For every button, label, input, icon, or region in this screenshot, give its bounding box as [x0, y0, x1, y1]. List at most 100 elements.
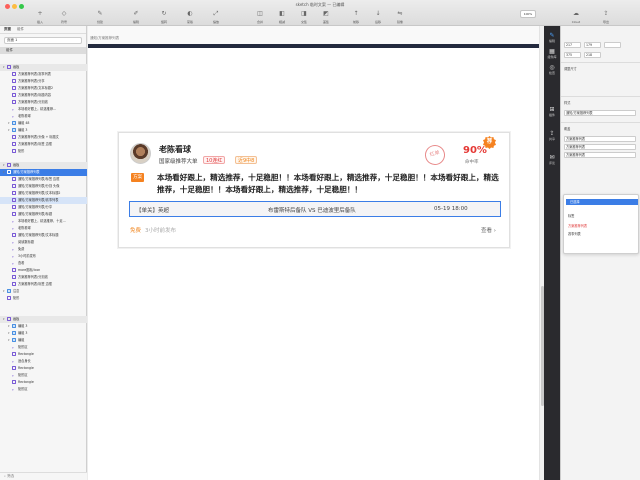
layer-row[interactable]: T 适合身长 — [0, 358, 87, 365]
scale-icon[interactable]: ⤢ — [212, 10, 220, 18]
side-tool-plugins[interactable]: ⊞ 插件 — [545, 106, 559, 117]
layer-row[interactable]: Rectangle — [0, 379, 87, 386]
cloud-icon[interactable]: ☁ — [572, 10, 580, 18]
zoom-level[interactable]: 100% — [520, 10, 536, 18]
layer-row[interactable]: ▾ 编组 3 — [0, 127, 87, 134]
edit-icon[interactable]: ✐ — [132, 10, 140, 18]
mirror-icon[interactable]: ⇋ — [396, 10, 404, 18]
rotation-field[interactable] — [604, 42, 621, 48]
page-select[interactable]: 页面 1 — [4, 37, 82, 44]
layer-row[interactable]: more图标/icon — [0, 267, 87, 274]
plan-content[interactable]: 本场看好跟上，精选推荐，十足稳胆！！本场看好跟上，精选推荐，十足稳胆！！本场看好… — [157, 172, 503, 196]
layer-row[interactable]: 通知/方案推荐列表/文本标题2 — [0, 190, 87, 197]
forward-icon[interactable]: ↑ — [352, 10, 360, 18]
mask-icon[interactable]: ◐ — [186, 10, 194, 18]
hit-rate-label[interactable]: 命中率 — [465, 159, 479, 165]
recent-record-tag[interactable]: 近9中8 — [235, 156, 258, 164]
side-tool-library[interactable]: ▦ 组件库 — [545, 48, 559, 59]
match-row[interactable]: 【单关】英超 布雷斯特后备队 VS 巴迪波里后备队 05-19 18:00 — [129, 201, 501, 217]
layer-row[interactable]: T 老陈看球 — [0, 113, 87, 120]
layer-row[interactable]: ▾ 编组 3 — [0, 330, 87, 337]
plus-icon[interactable]: + — [36, 10, 44, 18]
layer-row[interactable]: T 3小时前发布 — [0, 253, 87, 260]
layer-row[interactable]: T 老陈看球 — [0, 225, 87, 232]
hit-rate-value[interactable]: 90% — [463, 145, 487, 156]
layer-row[interactable]: 方案推荐列表/赛事列表 — [0, 71, 87, 78]
difference-icon[interactable]: ◩ — [322, 10, 330, 18]
layer-row[interactable]: ▾ 画板 — [0, 162, 87, 169]
rotate-icon[interactable]: ↻ — [160, 10, 168, 18]
streak-tag[interactable]: 10连红 — [203, 156, 226, 164]
side-tool-edit[interactable]: ✎ 编辑 — [545, 32, 559, 43]
plan-tag[interactable]: 方案 — [131, 173, 144, 182]
intersect-icon[interactable]: ◨ — [300, 10, 308, 18]
layer-row[interactable]: 通知/方案推荐列表/分享 — [0, 204, 87, 211]
override-select-3[interactable]: 方案推荐列表 — [564, 152, 636, 158]
layer-row[interactable]: 方案推荐列表/标签 边框 — [0, 281, 87, 288]
layer-row[interactable]: 方案推荐列表/文本标题2 — [0, 85, 87, 92]
override-select-1[interactable]: 方案推荐列表 — [564, 136, 636, 142]
canvas[interactable]: 通知/方案推荐列表 老陈看球 国家级推荐大单 10连红 近9中8 红单 90% … — [88, 26, 544, 480]
popup-item-match[interactable]: 赛事列表 — [568, 231, 581, 236]
layer-row[interactable]: T 矩形区 — [0, 386, 87, 393]
layer-row[interactable]: T 本场看好跟上，精选推荐... — [0, 106, 87, 113]
layer-row[interactable]: T 免费 — [0, 246, 87, 253]
artboard[interactable] — [88, 44, 544, 480]
layer-row[interactable]: 方案推荐列表/标签 边框 — [0, 141, 87, 148]
popup-item-tag[interactable]: 标签 — [568, 213, 574, 218]
layer-row[interactable]: ▾ 通知/方案推荐列表 — [0, 169, 87, 176]
layer-row[interactable]: ▾ 编组 3 — [0, 323, 87, 330]
layer-row[interactable]: 通知/方案推荐列表/标签 边框 — [0, 176, 87, 183]
author-intro[interactable]: 国家级推荐大单 — [159, 157, 198, 165]
symbol-icon[interactable]: ◇ — [60, 10, 68, 18]
layer-row[interactable]: 通知/方案推荐列表/分割 头像 — [0, 183, 87, 190]
layer-row[interactable]: ▾ 注意 — [0, 288, 87, 295]
layer-row[interactable]: Rectangle — [0, 351, 87, 358]
side-tool-inspect[interactable]: ◎ 检查 — [545, 64, 559, 75]
layer-row[interactable]: 方案推荐列表/分享 — [0, 78, 87, 85]
page-item-current[interactable]: 组件 — [0, 47, 86, 54]
layer-row[interactable]: 方案推荐列表/标题内容 — [0, 92, 87, 99]
author-name[interactable]: 老陈看球 — [159, 144, 191, 155]
layer-row[interactable]: ▾ 编组 — [0, 337, 87, 344]
union-icon[interactable]: ◫ — [256, 10, 264, 18]
subtract-icon[interactable]: ◧ — [278, 10, 286, 18]
y-field[interactable]: 179 — [584, 42, 601, 48]
layer-row[interactable]: 方案推荐列表/分割线 — [0, 99, 87, 106]
view-link[interactable]: 查看 › — [481, 226, 496, 234]
layer-row[interactable]: ▾ 编组 48 — [0, 120, 87, 127]
style-select[interactable]: 通知/方案推荐列表 — [564, 110, 636, 116]
layer-row[interactable]: 通知/方案推荐列表/赛事列表 — [0, 197, 87, 204]
popup-selected-item[interactable]: 已选择 — [566, 199, 638, 205]
create-icon[interactable]: ✎ — [96, 10, 104, 18]
layer-row[interactable]: T 查看 — [0, 260, 87, 267]
export-icon[interactable]: ⇪ — [602, 10, 610, 18]
width-field[interactable]: 375 — [564, 52, 581, 58]
x-field[interactable]: 217 — [564, 42, 581, 48]
layer-row[interactable]: 矩形 — [0, 148, 87, 155]
layer-row[interactable]: ▾ 画板 — [0, 64, 87, 71]
layer-row[interactable]: 通知/方案推荐列表/标题 — [0, 211, 87, 218]
tab-components[interactable]: 组件 — [17, 27, 24, 32]
price-label[interactable]: 免费 — [130, 226, 141, 234]
layer-row[interactable]: T 矩形区 — [0, 344, 87, 351]
backward-icon[interactable]: ↓ — [374, 10, 382, 18]
posted-time[interactable]: 3小时前发布 — [145, 226, 176, 234]
layer-row[interactable]: 方案推荐列表/头像 + 标题文 — [0, 134, 87, 141]
popup-item-plan[interactable]: 方案推荐列表 — [568, 223, 587, 228]
layer-row[interactable]: T 阅读数标题 — [0, 239, 87, 246]
layer-row[interactable]: ▾ 画板 — [0, 316, 87, 323]
avatar[interactable] — [130, 143, 151, 164]
layer-row[interactable]: Rectangle — [0, 365, 87, 372]
filter-footer[interactable]: ⌕ 筛选 — [0, 472, 87, 480]
layer-row[interactable]: T 矩形区 — [0, 372, 87, 379]
recommendation-card[interactable]: 老陈看球 国家级推荐大单 10连红 近9中8 红单 90% 命中率 荐 方案 本… — [118, 132, 510, 248]
override-select-2[interactable]: 方案推荐列表 — [564, 144, 636, 150]
height-field[interactable]: 218 — [584, 52, 601, 58]
layer-row[interactable]: 通知/方案推荐列表/文本标题 — [0, 232, 87, 239]
layer-row[interactable]: T 本场看好跟上，精选推荐，十足... — [0, 218, 87, 225]
side-tool-comment[interactable]: ✉ 评论 — [545, 154, 559, 165]
tab-pages[interactable]: 页面 — [4, 27, 11, 32]
artboard-label[interactable]: 通知/方案推荐列表 — [90, 36, 119, 41]
red-stamp-icon[interactable]: 红单 — [422, 142, 448, 168]
